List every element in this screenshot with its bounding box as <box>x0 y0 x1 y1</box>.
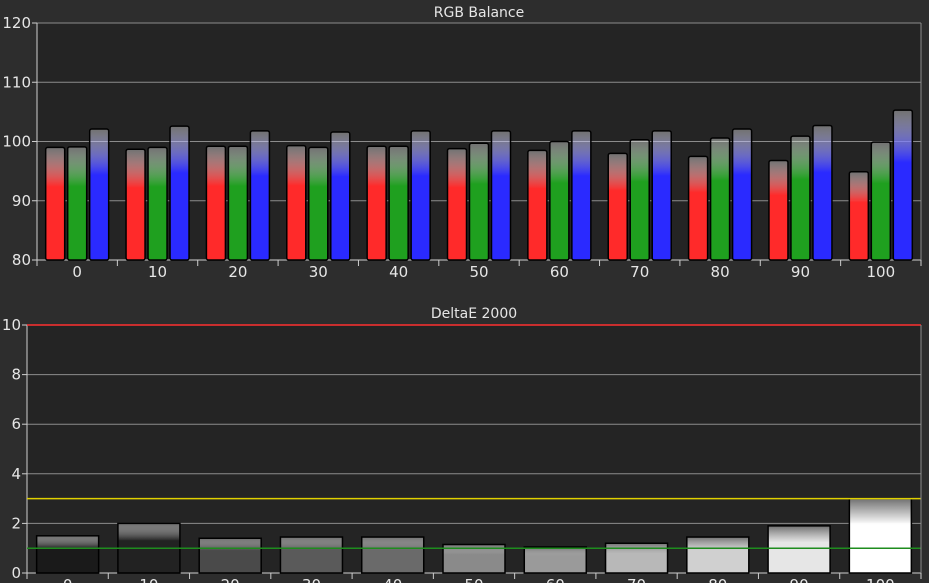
bar <box>490 130 512 261</box>
bar <box>607 152 628 261</box>
y-tick-label: 2 <box>11 514 21 532</box>
x-tick-label: 30 <box>302 576 321 583</box>
y-tick-label: 6 <box>11 415 21 433</box>
x-tick-label: 50 <box>464 576 483 583</box>
bar <box>446 147 468 261</box>
x-tick-label: 10 <box>139 576 158 583</box>
bar <box>125 148 146 261</box>
bar <box>790 135 811 261</box>
x-tick-label: 0 <box>63 576 73 583</box>
bar <box>686 536 750 574</box>
bar <box>88 128 110 261</box>
x-tick-label: 100 <box>866 576 895 583</box>
bar <box>687 155 709 261</box>
bar <box>767 525 831 574</box>
bar <box>410 130 431 261</box>
bar <box>651 130 672 261</box>
y-tick-label: 10 <box>2 316 21 334</box>
bar <box>870 141 892 261</box>
chart-0: RGB Balance 80 90 100 110 120 0 10 20 30 40 50 60 70 8… <box>2 3 922 281</box>
chart-title: RGB Balance <box>434 5 524 21</box>
bar <box>205 145 227 261</box>
bar <box>360 536 425 574</box>
bar <box>66 146 88 261</box>
bar <box>629 138 650 261</box>
bar <box>549 140 570 261</box>
bar <box>731 128 753 261</box>
bar <box>523 546 588 574</box>
bar <box>279 536 344 574</box>
x-tick-label: 20 <box>221 576 240 583</box>
y-tick-label: 120 <box>2 14 31 32</box>
bar <box>892 109 914 261</box>
bar <box>709 137 731 261</box>
x-tick-label: 80 <box>711 263 730 281</box>
bar <box>848 497 913 574</box>
bar <box>147 146 168 261</box>
charts-canvas: RGB Balance80901001101200 10 20 30 40 50 60 70 8… <box>2 3 922 583</box>
bar <box>44 146 66 261</box>
bar <box>812 124 833 261</box>
x-tick-label: 20 <box>228 263 247 281</box>
x-tick-label: 70 <box>630 263 649 281</box>
bar <box>286 144 307 261</box>
bar <box>330 131 351 261</box>
chart-1: DeltaE 200002468100102030405060708090100 <box>2 305 922 583</box>
y-tick-label: 0 <box>11 564 21 582</box>
x-tick-label: 0 <box>72 263 82 281</box>
x-tick-label: 100 <box>866 263 895 281</box>
bar <box>571 130 592 261</box>
bar <box>227 145 249 261</box>
bar <box>249 130 271 261</box>
bar <box>468 142 490 261</box>
x-tick-label: 30 <box>309 263 328 281</box>
chart-title: DeltaE 2000 <box>431 306 517 322</box>
bar <box>527 149 548 261</box>
x-tick-label: 40 <box>389 263 408 281</box>
bar <box>388 145 409 261</box>
y-tick-label: 100 <box>2 133 31 151</box>
x-tick-label: 90 <box>790 576 809 583</box>
y-tick-label: 90 <box>12 192 31 210</box>
y-tick-label: 4 <box>11 465 21 483</box>
x-tick-label: 60 <box>550 263 569 281</box>
bar <box>848 170 870 261</box>
y-tick-label: 110 <box>2 73 31 91</box>
bar <box>35 535 100 574</box>
y-tick-label: 80 <box>12 251 31 269</box>
bar <box>366 145 387 261</box>
x-tick-label: 90 <box>791 263 810 281</box>
x-tick-label: 80 <box>708 576 727 583</box>
bar <box>308 146 329 261</box>
y-tick-label: 8 <box>11 366 21 384</box>
x-tick-label: 50 <box>469 263 488 281</box>
x-tick-label: 10 <box>148 263 167 281</box>
x-tick-label: 60 <box>546 576 565 583</box>
bar <box>198 537 262 574</box>
bar <box>169 125 190 261</box>
x-tick-label: 40 <box>383 576 402 583</box>
x-tick-label: 70 <box>627 576 646 583</box>
bar <box>768 159 789 261</box>
